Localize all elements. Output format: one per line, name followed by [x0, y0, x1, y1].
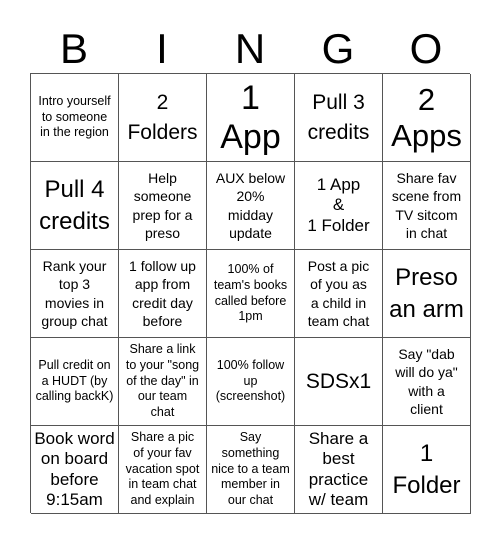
bingo-cell-r2-c2[interactable]: Help someone prep for a preso [119, 162, 207, 250]
bingo-cell-r2-c5[interactable]: Share fav scene from TV sitcom in chat [383, 162, 471, 250]
bingo-cell-r5-c5[interactable]: 1 Folder [383, 426, 471, 514]
cell-text: Help someone prep for a preso [132, 170, 193, 241]
cell-text: Book word on board before 9:15am [34, 428, 115, 509]
cell-text: 2 Folders [127, 91, 198, 144]
cell-text: 2 Apps [391, 81, 462, 153]
header-letter-o: O [409, 24, 443, 72]
bingo-cell-r5-c4[interactable]: Share a best practice w/ team [295, 426, 383, 514]
cell-text: Share a pic of your fav vacation spot in… [125, 430, 200, 507]
cell-text: Pull 4 credits [39, 176, 110, 235]
bingo-grid: Intro yourself to someone in the region … [30, 73, 471, 514]
bingo-cell-r4-c1[interactable]: Pull credit on a HUDT (by calling backK) [31, 338, 119, 426]
cell-text: 100% of team's books called before 1pm [213, 262, 288, 324]
bingo-cell-r5-c3[interactable]: Say something nice to a team member in o… [207, 426, 295, 514]
bingo-cell-r3-c2[interactable]: 1 follow up app from credit day before [119, 250, 207, 338]
cell-text: Pull credit on a HUDT (by calling backK) [35, 358, 114, 404]
header-letter-i: I [156, 24, 168, 72]
bingo-cell-r4-c2[interactable]: Share a link to your "song of the day" i… [119, 338, 207, 426]
bingo-cell-r1-c2[interactable]: 2 Folders [119, 74, 207, 162]
cell-text: Share fav scene from TV sitcom in chat [391, 170, 462, 241]
bingo-cell-r5-c1[interactable]: Book word on board before 9:15am [31, 426, 119, 514]
cell-text: Share a best practice w/ team [308, 428, 369, 509]
bingo-cell-r1-c4[interactable]: Pull 3 credits [295, 74, 383, 162]
bingo-cell-r4-c3[interactable]: 100% follow up (screenshot) [207, 338, 295, 426]
header-letter-g: G [321, 24, 355, 72]
bingo-cell-r5-c2[interactable]: Share a pic of your fav vacation spot in… [119, 426, 207, 514]
bingo-cell-r4-c5[interactable]: Say "dab will do ya" with a client [383, 338, 471, 426]
bingo-cell-r3-c3[interactable]: 100% of team's books called before 1pm [207, 250, 295, 338]
bingo-cell-r2-c3[interactable]: AUX below 20% midday update [207, 162, 295, 250]
cell-text: SDSx1 [305, 369, 372, 393]
bingo-cell-r1-c5[interactable]: 2 Apps [383, 74, 471, 162]
bingo-cell-r2-c4[interactable]: 1 App & 1 Folder [295, 162, 383, 250]
bingo-cell-r3-c4[interactable]: Post a pic of you as a child in team cha… [295, 250, 383, 338]
bingo-cell-r1-c3[interactable]: 1 App [207, 74, 295, 162]
cell-text: Say something nice to a team member in o… [211, 430, 290, 507]
cell-text: 1 App & 1 Folder [307, 174, 370, 235]
cell-text: 1 follow up app from credit day before [129, 258, 196, 329]
header-letter-b: B [59, 24, 88, 72]
bingo-header: B I N G O [30, 20, 470, 73]
cell-text: Pull 3 credits [307, 91, 370, 144]
cell-text: Post a pic of you as a child in team cha… [307, 258, 370, 329]
cell-text: 1 Folder [392, 440, 461, 499]
bingo-cell-r3-c1[interactable]: Rank your top 3 movies in group chat [31, 250, 119, 338]
cell-text: 100% follow up (screenshot) [215, 358, 286, 404]
cell-text: Share a link to your "song of the day" i… [125, 342, 200, 419]
cell-text: 1 App [220, 79, 281, 156]
bingo-cell-r2-c1[interactable]: Pull 4 credits [31, 162, 119, 250]
cell-text: Preso an arm [389, 264, 464, 323]
header-letter-n: N [234, 24, 266, 72]
cell-text: Rank your top 3 movies in group chat [41, 258, 108, 329]
bingo-cell-r3-c5[interactable]: Preso an arm [383, 250, 471, 338]
cell-text: Say "dab will do ya" with a client [395, 346, 458, 417]
cell-text: Intro yourself to someone in the region [38, 94, 111, 140]
bingo-cell-r4-c4[interactable]: SDSx1 [295, 338, 383, 426]
cell-text: AUX below 20% midday update [215, 170, 286, 241]
bingo-cell-r1-c1[interactable]: Intro yourself to someone in the region [31, 74, 119, 162]
